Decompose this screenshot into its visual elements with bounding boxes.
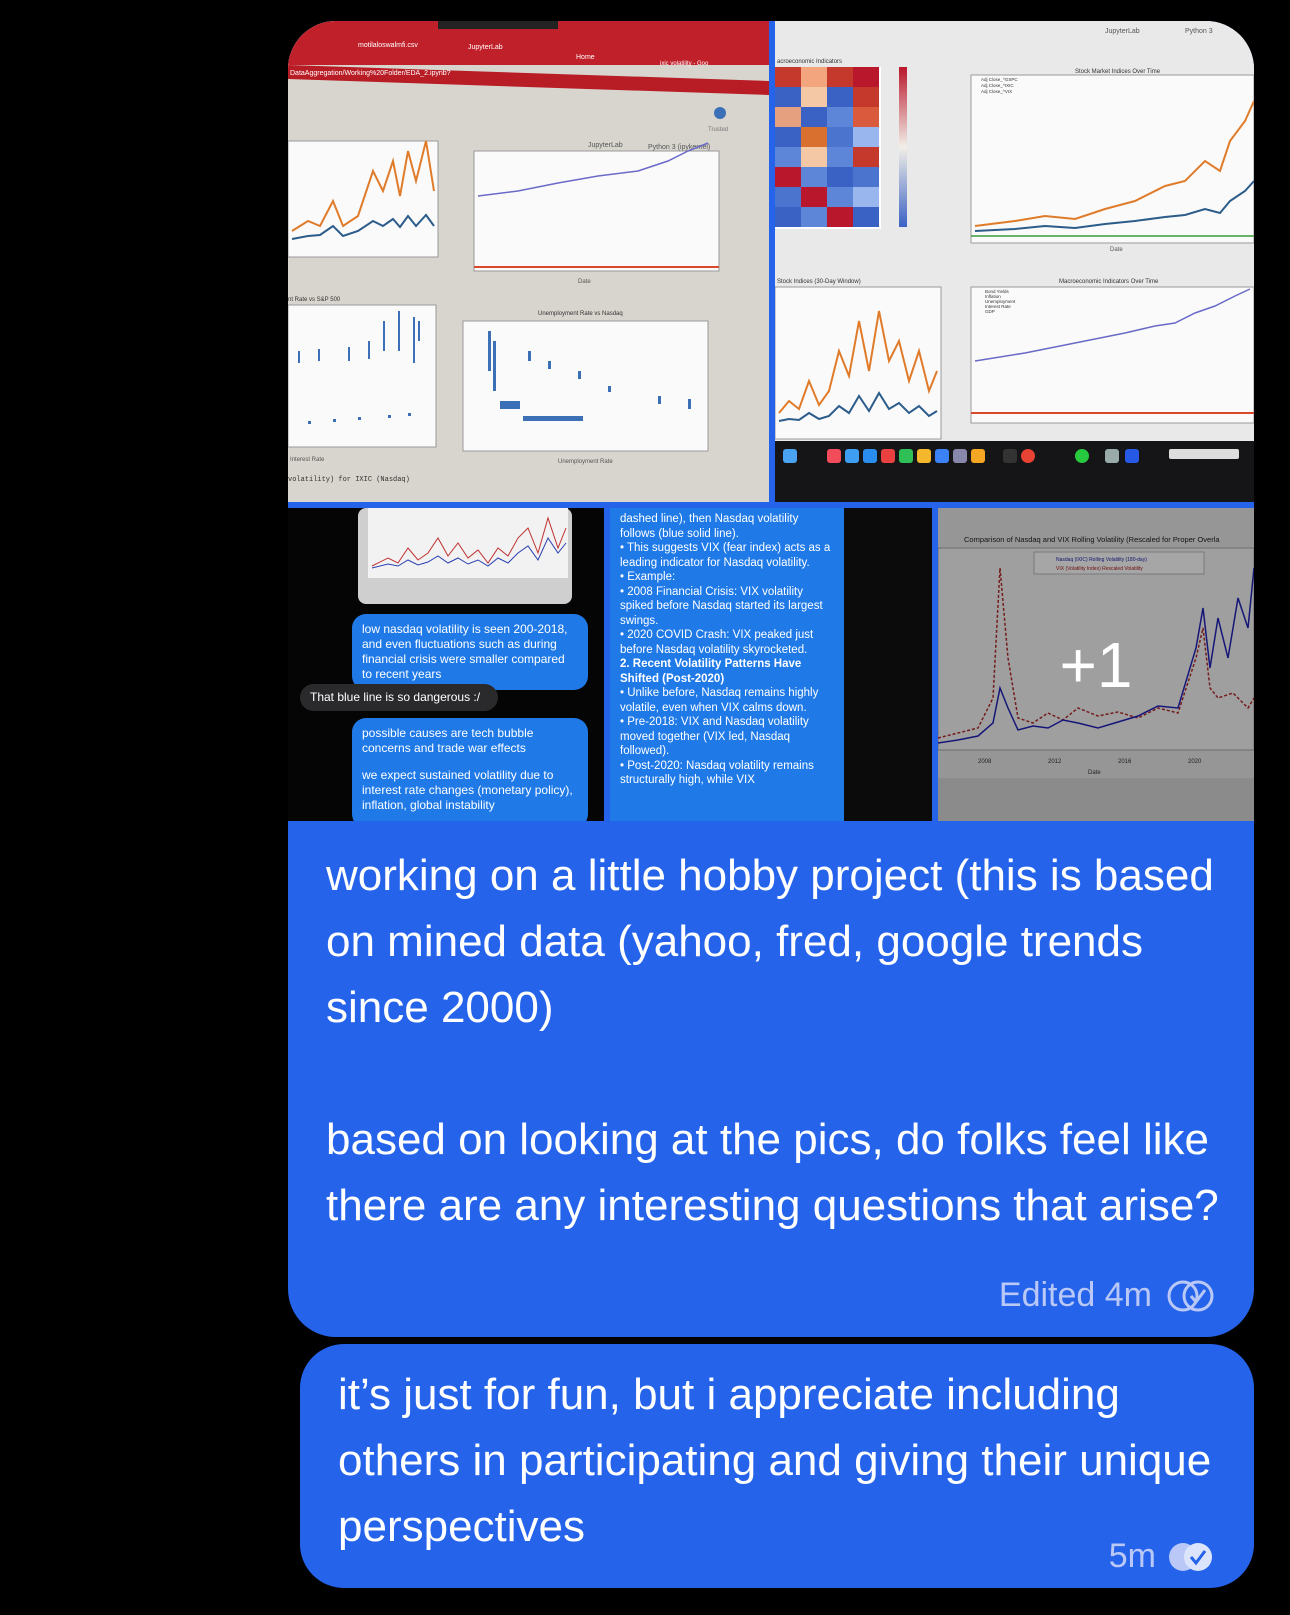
tab-csv: motilaloswalmfi.csv: [358, 42, 418, 49]
note-line: • This suggests VIX (fear index) acts as…: [620, 542, 831, 569]
note-line: dashed line), then Nasdaq volatility fol…: [620, 513, 799, 540]
photo-chat-screenshot[interactable]: low nasdaq volatility is seen 200-2018, …: [288, 508, 604, 821]
legend-gspc: Adj Close_^GSPC: [981, 77, 1018, 82]
heatmap-title: acroeconomic Indicators: [777, 59, 842, 65]
message-bubble-2[interactable]: it’s just for fun, but i appreciate incl…: [300, 1344, 1254, 1588]
tab-jupyter: JupyterLab: [468, 44, 503, 51]
jupyter-link: JupyterLab: [588, 142, 623, 149]
tab-ixic: ixic volatility - Goo: [660, 61, 709, 67]
chat-msg-blue-line: That blue line is so dangerous :/: [300, 684, 498, 711]
chat-msg-causes: possible causes are tech bubble concerns…: [352, 718, 588, 821]
note-line: • Post-2020: Nasdaq volatility remains s…: [620, 759, 814, 787]
chart-d-xlabel: Unemployment Rate: [558, 459, 613, 465]
read-receipt-icon: [1166, 1279, 1218, 1313]
note-line: • Pre-2018: VIX and Nasdaq volatility mo…: [620, 716, 809, 757]
timestamp: 5m: [1108, 1537, 1156, 1575]
note-line: • Example:: [620, 571, 676, 583]
trusted-label: Trusted: [708, 127, 728, 133]
analysis-notes-text: dashed line), then Nasdaq volatility fol…: [610, 508, 844, 821]
note-line: • 2008 Financial Crisis: VIX volatility …: [620, 585, 823, 627]
read-receipt-icon: [1166, 1540, 1218, 1574]
chat-msg-low-volatility: low nasdaq volatility is seen 200-2018, …: [352, 614, 588, 690]
photo-monitor-charts[interactable]: JupyterLab Python 3 acroeconomic Indicat…: [775, 21, 1254, 502]
photo-monitor-charts-image: JupyterLab Python 3 acroeconomic Indicat…: [775, 21, 1254, 502]
jupyter-link-2: JupyterLab: [1105, 28, 1140, 35]
chat-msg-expectation-text: we expect sustained volatility due to in…: [362, 768, 573, 812]
message-text: working on a little hobby project (this …: [326, 851, 1219, 1230]
message-meta-2: 5m: [1109, 1537, 1218, 1576]
legend-vix: Adj Close_^VIX: [981, 89, 1012, 94]
more-photos-overlay[interactable]: +1: [938, 508, 1254, 821]
window-title: Stock Indices (30-Day Window): [777, 279, 861, 285]
indices-xlabel: Date: [1110, 247, 1123, 253]
chart-b-xlabel: Date: [578, 279, 591, 285]
chart-c-title: nt Rate vs S&P 500: [288, 297, 341, 303]
chart-c-xlabel: Interest Rate: [290, 457, 325, 463]
message-text-2: it’s just for fun, but i appreciate incl…: [338, 1370, 1212, 1551]
edited-timestamp: Edited 4m: [998, 1276, 1152, 1314]
chat-msg-blue-line-text: That blue line is so dangerous :/: [310, 690, 481, 704]
chat-msg-low-volatility-text: low nasdaq volatility is seen 200-2018, …: [362, 622, 568, 681]
indices-title: Stock Market Indices Over Time: [1075, 69, 1161, 75]
photo-rolling-volatility-chart[interactable]: Comparison of Nasdaq and VIX Rolling Vol…: [938, 508, 1254, 821]
kernel-label-2: Python 3: [1185, 28, 1213, 35]
macro-title: Macroeconomic Indicators Over Time: [1059, 279, 1159, 285]
note-line: • Unlike before, Nasdaq remains highly v…: [620, 687, 819, 714]
note-line: 2. Recent Volatility Patterns Have Shift…: [620, 658, 802, 685]
legend2-gdp: GDP: [985, 309, 995, 314]
photo-analysis-notes[interactable]: dashed line), then Nasdaq volatility fol…: [610, 508, 932, 821]
tab-home: Home: [576, 54, 595, 61]
chart-d-title: Unemployment Rate vs Nasdaq: [538, 311, 623, 317]
note-line: • 2020 COVID Crash: VIX peaked just befo…: [620, 629, 814, 656]
chat-msg-causes-text: possible causes are tech bubble concerns…: [362, 726, 534, 755]
photo-album-bubble[interactable]: motilaloswalmfi.csv JupyterLab Home ixic…: [288, 21, 1254, 1337]
code-line: volatility) for IXIC (Nasdaq): [288, 476, 410, 484]
photo-jupyter-charts-image: motilaloswalmfi.csv JupyterLab Home ixic…: [288, 21, 769, 502]
message-meta: Edited 4m: [999, 1276, 1218, 1315]
address-bar: DataAggregation/Working%20Folder/EDA_2.i…: [290, 70, 451, 77]
legend-ixic: Adj Close_^IXIC: [981, 83, 1014, 88]
photo-jupyter-charts[interactable]: motilaloswalmfi.csv JupyterLab Home ixic…: [288, 21, 769, 502]
